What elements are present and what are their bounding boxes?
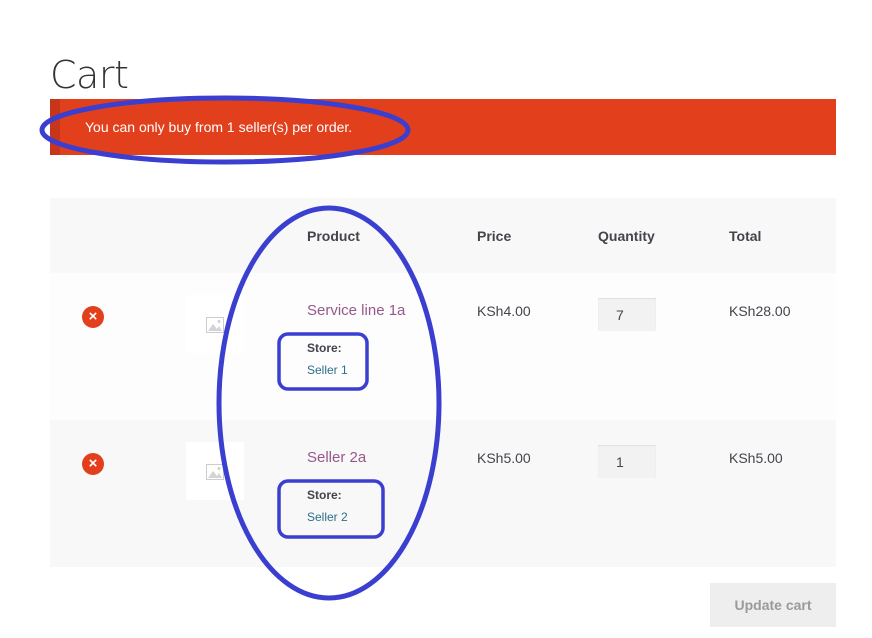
header-total: Total	[729, 228, 762, 244]
quantity-input[interactable]	[598, 298, 656, 331]
notice-stripe	[50, 99, 60, 155]
product-name-link[interactable]: Seller 2a	[307, 449, 366, 466]
notice-message: You can only buy from 1 seller(s) per or…	[85, 119, 353, 135]
update-cart-button[interactable]: Update cart	[710, 583, 836, 627]
header-quantity: Quantity	[598, 228, 655, 244]
item-price: KSh4.00	[477, 303, 531, 319]
page-title: Cart	[50, 53, 129, 98]
item-price: KSh5.00	[477, 450, 531, 466]
product-name-link[interactable]: Service line 1a	[307, 302, 405, 319]
remove-item-icon[interactable]: ×	[82, 453, 104, 475]
product-thumbnail[interactable]	[186, 295, 244, 353]
store-link[interactable]: Seller 2	[307, 510, 348, 524]
table-row: × Service line 1a Store: Seller 1 KSh4.0…	[50, 273, 836, 420]
store-label: Store:	[307, 341, 342, 355]
item-total: KSh5.00	[729, 450, 783, 466]
header-price: Price	[477, 228, 512, 244]
item-total: KSh28.00	[729, 303, 791, 319]
table-row: × Seller 2a Store: Seller 2 KSh5.00 KSh5…	[50, 420, 836, 567]
quantity-input[interactable]	[598, 445, 656, 478]
cart-table: Product Price Quantity Total × Service l…	[50, 198, 836, 567]
store-label: Store:	[307, 488, 342, 502]
remove-item-icon[interactable]: ×	[82, 306, 104, 328]
image-placeholder-icon	[206, 464, 224, 480]
header-product: Product	[307, 228, 360, 244]
product-thumbnail[interactable]	[186, 442, 244, 500]
table-header: Product Price Quantity Total	[50, 198, 836, 273]
error-notice: You can only buy from 1 seller(s) per or…	[50, 99, 836, 155]
store-link[interactable]: Seller 1	[307, 363, 348, 377]
image-placeholder-icon	[206, 317, 224, 333]
